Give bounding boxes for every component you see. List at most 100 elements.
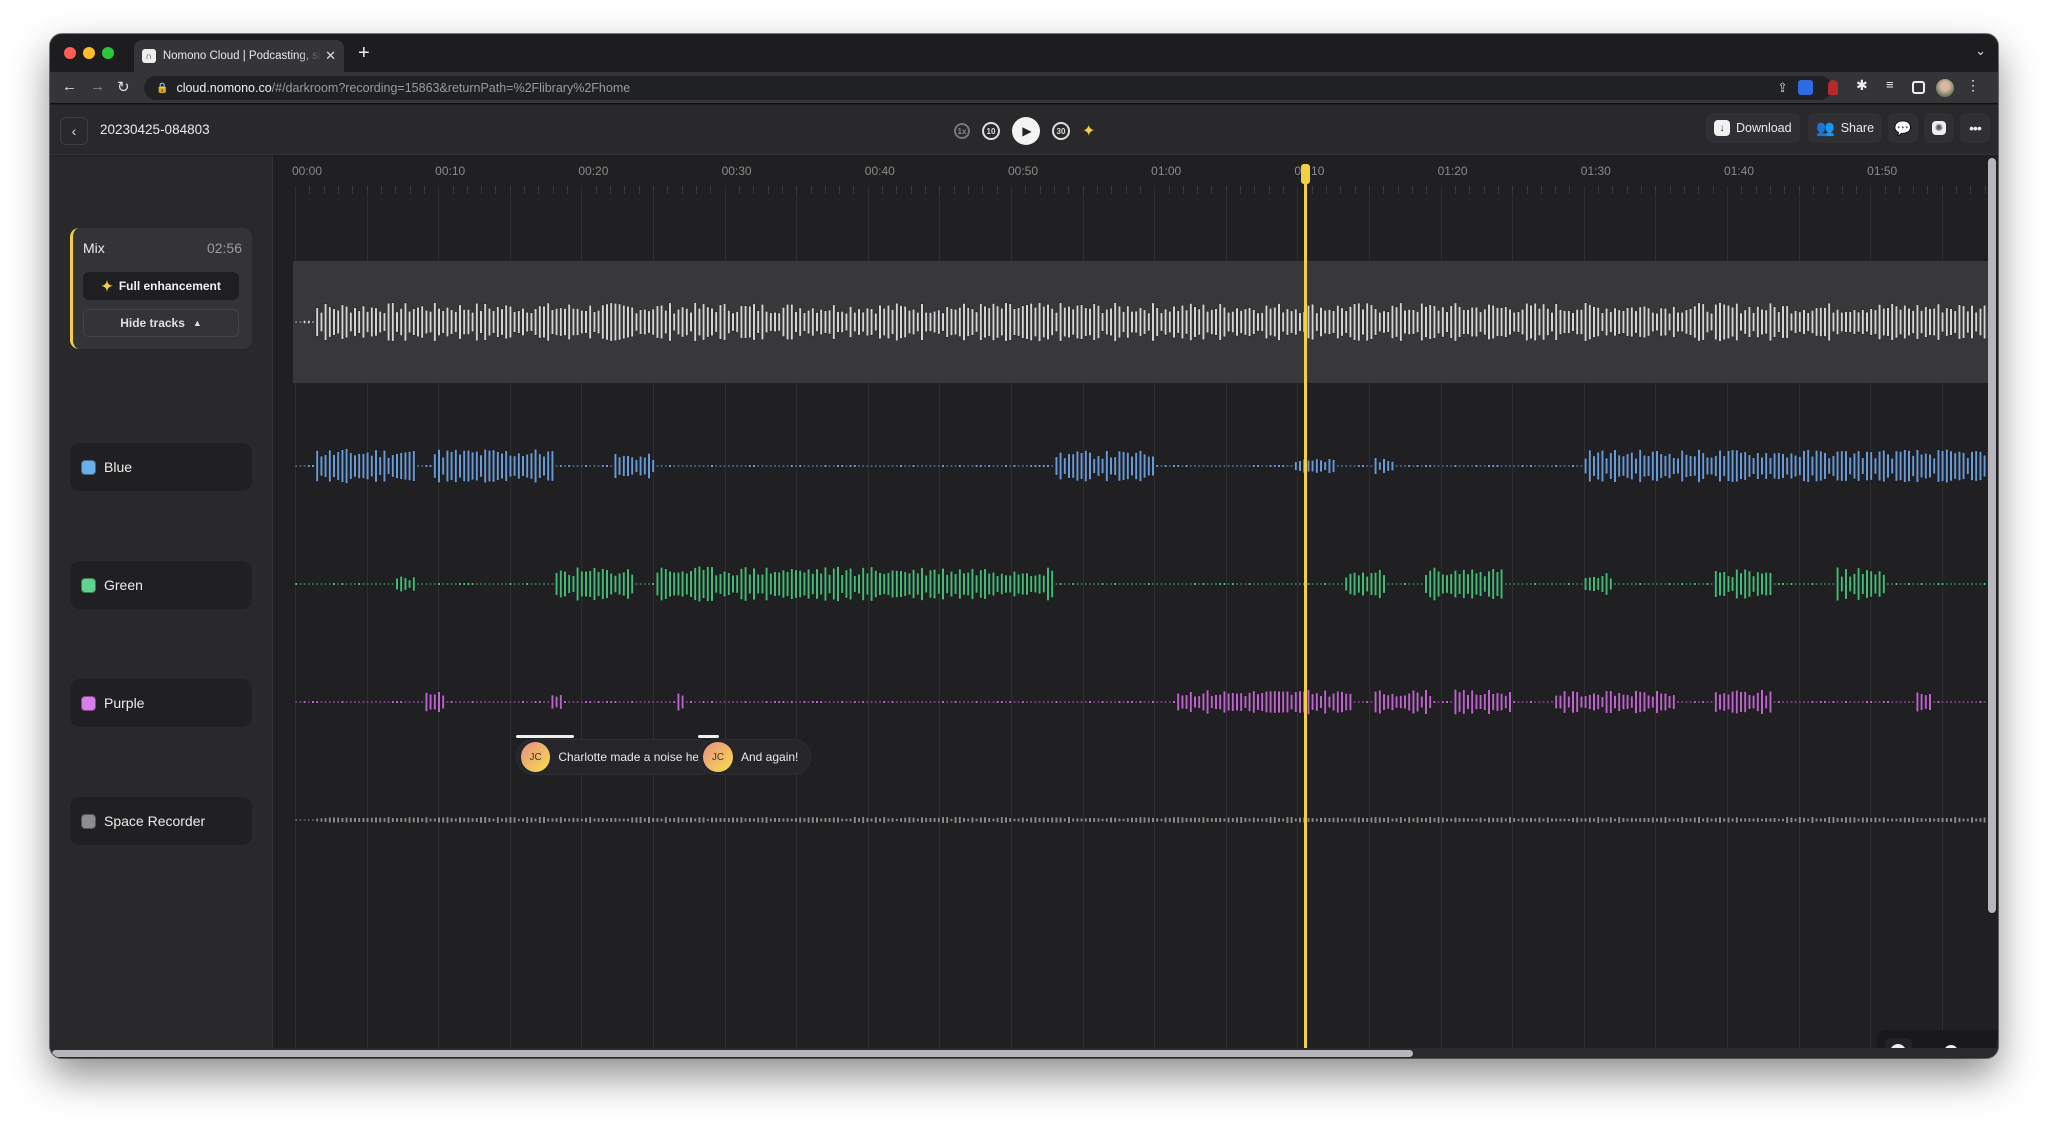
space-recorder-waveform[interactable]	[273, 780, 1998, 860]
waveform-bar	[622, 701, 626, 703]
comment-range-marker[interactable]	[698, 735, 719, 738]
waveform-bar	[445, 701, 449, 703]
track-card-space-recorder[interactable]: Space Recorder	[70, 797, 252, 845]
waveform-bar	[1227, 465, 1231, 467]
hide-tracks-button[interactable]: Hide tracks ▲	[83, 309, 239, 337]
profile-avatar[interactable]	[1936, 79, 1954, 97]
waveform-bar	[672, 700, 676, 704]
waveform-bar	[647, 453, 651, 479]
forward-arrow-icon[interactable]: →	[90, 78, 105, 95]
waveform-bar	[471, 582, 474, 586]
waveform-bar	[1265, 691, 1268, 713]
waveform-bar	[1147, 312, 1151, 332]
waveform-bar	[1487, 304, 1491, 340]
media-playlist-icon[interactable]: ≡	[1886, 77, 1901, 92]
green-waveform[interactable]	[273, 544, 1998, 624]
skip-back-button[interactable]: 10	[982, 122, 1000, 140]
waveform-bar	[551, 309, 554, 335]
side-panel-icon[interactable]	[1912, 81, 1925, 94]
bitwarden-extension-icon[interactable]	[1798, 80, 1813, 95]
minimize-window-button[interactable]	[83, 47, 95, 59]
reload-icon[interactable]: ↻	[117, 78, 130, 96]
comment-range-marker[interactable]	[516, 735, 574, 738]
waveform-bar	[1130, 583, 1134, 585]
sparkle-icon[interactable]: ✦	[1082, 121, 1095, 141]
waveform-bar	[1903, 817, 1907, 823]
settings-button[interactable]: ✺	[1924, 113, 1954, 143]
back-arrow-icon[interactable]: ←	[62, 78, 77, 95]
mix-waveform[interactable]	[273, 261, 1998, 383]
ruler-tick	[352, 186, 354, 194]
comment-chip[interactable]: JC Charlotte made a noise here	[516, 739, 716, 775]
waveform-bar	[1827, 302, 1831, 342]
waveform-bar	[299, 819, 302, 821]
waveform-bar	[1516, 818, 1520, 822]
browser-menu-icon[interactable]: ⋮	[1966, 77, 1981, 93]
new-tab-button[interactable]: +	[358, 42, 370, 65]
more-button[interactable]: •••	[1960, 113, 1990, 143]
waveform-bar	[513, 583, 516, 585]
waveform-bar	[1815, 818, 1819, 822]
waveform-bar	[1453, 302, 1457, 342]
waveform-bar	[513, 701, 516, 703]
waveform-bar	[1911, 816, 1915, 824]
purple-waveform[interactable]	[273, 662, 1998, 742]
waveform-bar	[1344, 310, 1348, 334]
waveform-bar	[979, 303, 983, 341]
waveform-bar	[475, 303, 479, 341]
playhead-handle[interactable]	[1300, 164, 1310, 184]
waveform-bar	[424, 583, 428, 585]
waveform-bar	[1500, 817, 1504, 823]
waveform-bar	[1684, 583, 1688, 585]
waveform-bar	[378, 456, 382, 476]
tab-search-chevron-icon[interactable]: ⌄	[1975, 43, 1986, 59]
share-button[interactable]: 👥 Share	[1808, 113, 1883, 143]
waveform-bar	[626, 701, 630, 703]
track-card-green[interactable]: Green	[70, 561, 252, 609]
waveform-bar	[1017, 701, 1021, 703]
comments-button[interactable]: 💬	[1888, 113, 1918, 143]
waveform-bar	[1479, 571, 1483, 597]
waveform-bar	[580, 818, 584, 822]
timeline[interactable]: 00:0000:1000:2000:3000:4000:5001:0001:10…	[272, 156, 1998, 1058]
full-enhancement-button[interactable]: ✦ Full enhancement	[83, 272, 239, 300]
waveform-bar	[1239, 310, 1243, 334]
waveform-bar	[803, 817, 806, 823]
waveform-bar	[1059, 817, 1063, 823]
close-window-button[interactable]	[64, 47, 76, 59]
vertical-scrollbar[interactable]	[1988, 158, 1996, 913]
horizontal-scrollbar[interactable]	[52, 1050, 1413, 1057]
browser-tab[interactable]: ∩ Nomono Cloud | Podcasting, simplified …	[134, 40, 344, 72]
extension-icon[interactable]	[1828, 80, 1838, 95]
url-input[interactable]: 🔒 cloud.nomono.co/#/darkroom?recording=1…	[144, 76, 1832, 100]
blue-waveform[interactable]	[273, 426, 1998, 506]
skip-forward-button[interactable]: 30	[1052, 122, 1070, 140]
track-card-blue[interactable]: Blue	[70, 443, 252, 491]
waveform-bar	[1088, 700, 1092, 704]
waveform-bar	[1638, 582, 1642, 586]
waveform-bar	[1424, 689, 1428, 715]
share-page-icon[interactable]: ⇪	[1777, 80, 1788, 96]
maximize-window-button[interactable]	[102, 47, 114, 59]
play-button[interactable]: ▶	[1012, 117, 1040, 145]
download-button[interactable]: ↓ Download	[1706, 113, 1800, 143]
track-name: Purple	[104, 695, 145, 711]
waveform-bar	[748, 305, 752, 339]
waveform-bar	[1260, 583, 1264, 585]
waveform-bar	[1042, 817, 1046, 823]
waveform-bar	[1197, 817, 1201, 823]
playback-speed-button[interactable]: 1x	[954, 123, 970, 139]
waveform-bar	[483, 701, 487, 703]
waveform-bar	[874, 570, 878, 598]
puzzle-extensions-icon[interactable]: ✱	[1856, 77, 1871, 93]
track-card-purple[interactable]: Purple	[70, 679, 252, 727]
back-button[interactable]: ‹	[60, 117, 88, 145]
mix-card[interactable]: Mix 02:56 ✦ Full enhancement Hide tracks…	[70, 228, 252, 349]
playhead-line[interactable]	[1303, 164, 1307, 1058]
waveform-bar	[1802, 817, 1806, 823]
waveform-bar	[1046, 304, 1050, 340]
waveform-bar	[752, 464, 756, 468]
close-tab-icon[interactable]: ✕	[325, 48, 336, 64]
waveform-bar	[698, 565, 701, 603]
comment-chip[interactable]: JC And again!	[698, 739, 812, 775]
